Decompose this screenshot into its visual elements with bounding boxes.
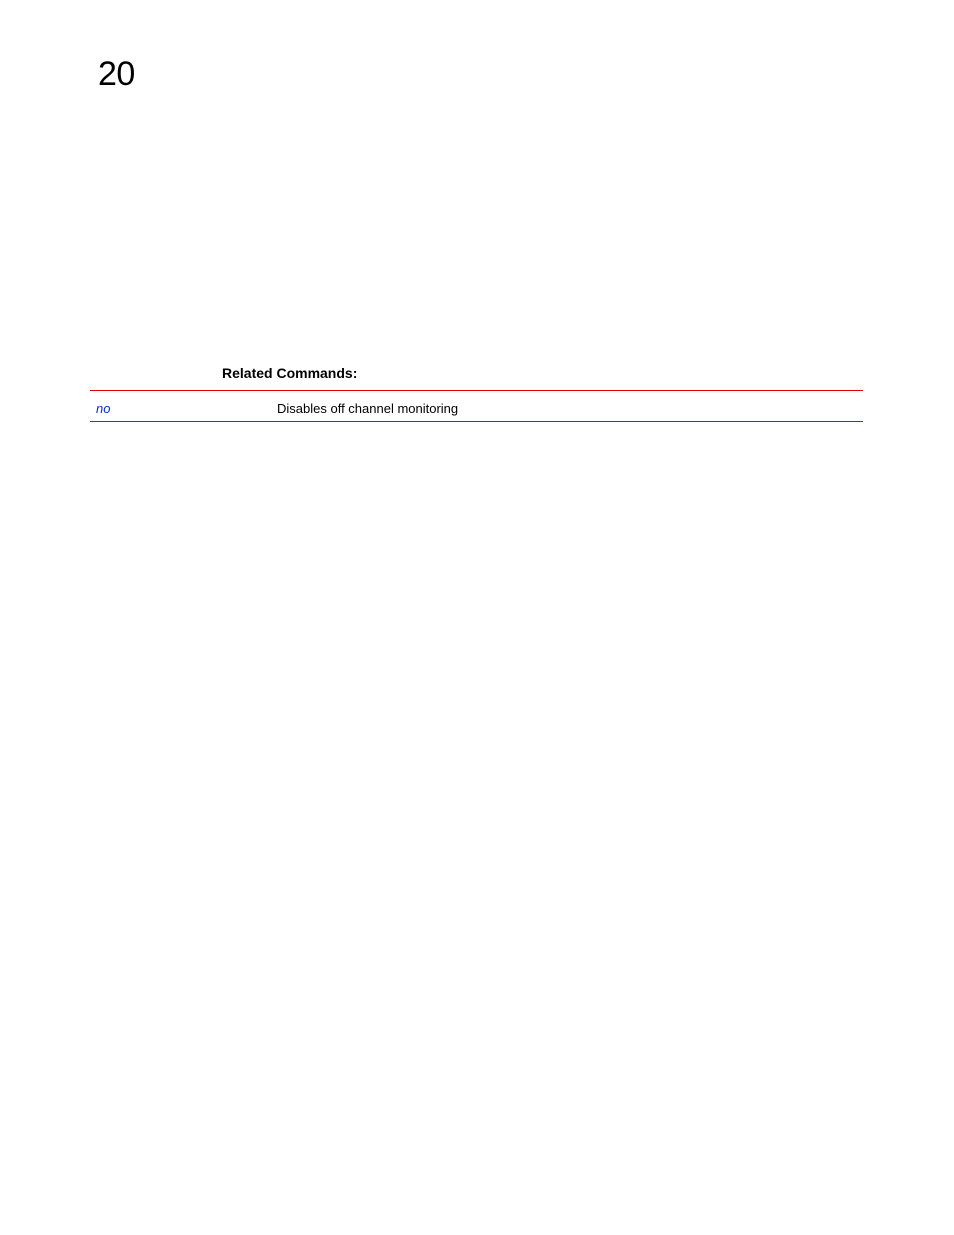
command-description: Disables off channel monitoring xyxy=(277,401,458,416)
chapter-number: 20 xyxy=(98,55,135,94)
table-top-divider xyxy=(90,390,863,391)
related-commands-heading: Related Commands: xyxy=(222,365,357,381)
table-bottom-divider xyxy=(90,421,863,422)
page-container: 20 Related Commands: no Disables off cha… xyxy=(0,0,954,1235)
command-link-no[interactable]: no xyxy=(96,401,110,416)
